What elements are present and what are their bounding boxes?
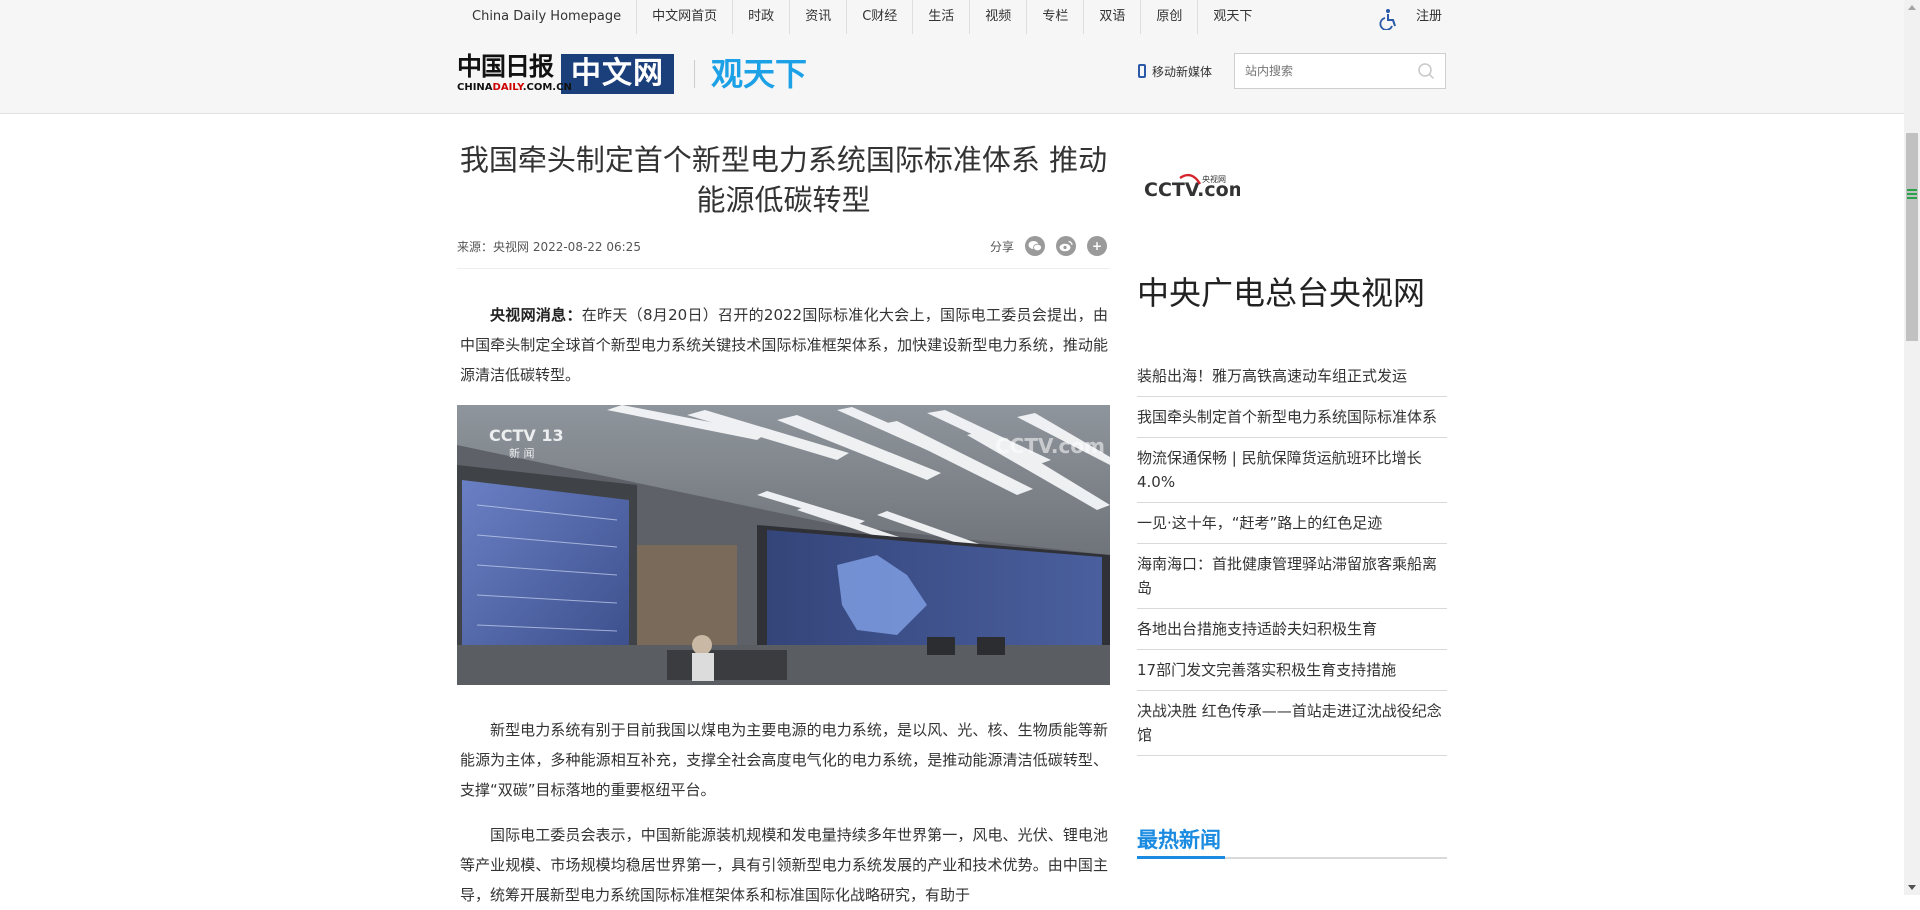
cctv-logo[interactable]: CCTV.com 央视网 [1140, 168, 1240, 208]
article-meta: 来源：央视网 2022-08-22 06:25 [457, 240, 641, 254]
more-share-icon[interactable]: + [1087, 236, 1108, 256]
nav-finance[interactable]: C财经 [847, 0, 914, 34]
mobile-media-label: 移动新媒体 [1152, 64, 1213, 79]
list-item[interactable]: 各地出台措施支持适龄夫妇积极生育 [1137, 609, 1447, 650]
scrollbar-thumb[interactable] [1906, 133, 1918, 341]
list-item[interactable]: 决战决胜 红色传承——首站走进辽沈战役纪念馆 [1137, 691, 1447, 756]
cctv-logo-small: 央视网 [1202, 174, 1226, 184]
phone-icon [1138, 64, 1146, 78]
nav-video[interactable]: 视频 [970, 0, 1028, 34]
accessibility-icon[interactable] [1378, 8, 1398, 30]
lead-source: 央视网消息： [490, 306, 582, 324]
nav-life[interactable]: 生活 [913, 0, 971, 34]
logo-en-prefix: CHINA [457, 82, 493, 93]
share-label: 分享 [990, 239, 1015, 254]
article-paragraph-3: 国际电工委员会表示，中国新能源装机规模和发电量持续多年世界第一，风电、光伏、锂电… [460, 826, 1108, 904]
register-link[interactable]: 注册 [1416, 0, 1442, 34]
nav-chinese-homepage[interactable]: 中文网首页 [637, 0, 734, 34]
site-search [1234, 53, 1446, 89]
photo-watermark-right: CCTV.com [995, 434, 1105, 458]
top-nav: China Daily Homepage 中文网首页 时政 资讯 C财经 生活 … [457, 0, 1267, 34]
logo-en-mid: DAILY [492, 82, 523, 93]
china-daily-logo: 中国日报 CHINADAILY.COM.CN [457, 52, 572, 95]
site-logo[interactable]: 中国日报 CHINADAILY.COM.CN 中文网 观天下 [457, 53, 807, 95]
nav-bilingual[interactable]: 双语 [1084, 0, 1142, 34]
article-title: 我国牵头制定首个新型电力系统国际标准体系 推动能源低碳转型 [459, 143, 1108, 217]
scroll-up-icon[interactable] [1908, 5, 1916, 10]
list-item[interactable]: 17部门发文完善落实积极生育支持措施 [1137, 650, 1447, 691]
meta-divider [457, 268, 1110, 269]
article-lead-paragraph: 央视网消息：在昨天（8月20日）召开的2022国际标准化大会上，国际电工委员会提… [460, 300, 1108, 390]
page-scrollbar[interactable] [1904, 0, 1920, 895]
weibo-icon[interactable] [1056, 236, 1077, 256]
search-input[interactable] [1235, 54, 1425, 88]
article-photo: CCTV 13 新 闻 CCTV.com [457, 405, 1110, 685]
mobile-media-link[interactable]: 移动新媒体 [1138, 60, 1212, 82]
nav-news[interactable]: 资讯 [790, 0, 848, 34]
list-item[interactable]: 装船出海！雅万高铁高速动车组正式发运 [1137, 356, 1447, 397]
list-item[interactable]: 我国牵头制定首个新型电力系统国际标准体系 [1137, 397, 1447, 438]
nav-politics[interactable]: 时政 [733, 0, 791, 34]
hot-news-accent [1137, 856, 1225, 859]
nav-column[interactable]: 专栏 [1027, 0, 1085, 34]
control-room-image: CCTV 13 新 闻 CCTV.com [457, 405, 1110, 685]
photo-watermark-left-sub: 新 闻 [509, 446, 535, 460]
nav-world-view[interactable]: 观天下 [1198, 0, 1267, 34]
photo-watermark-left: CCTV 13 [489, 426, 564, 445]
logo-en-suffix: .COM.CN [522, 82, 572, 93]
logo-english-text: CHINADAILY.COM.CN [457, 82, 572, 94]
nav-china-daily-homepage[interactable]: China Daily Homepage [457, 0, 638, 34]
search-icon[interactable] [1417, 62, 1435, 80]
article-paragraph-2: 新型电力系统有别于目前我国以煤电为主要电源的电力系统，是以风、光、核、生物质能等… [460, 721, 1108, 799]
chinese-site-badge: 中文网 [561, 54, 674, 94]
nav-original[interactable]: 原创 [1141, 0, 1199, 34]
list-item[interactable]: 物流保通保畅 | 民航保障货运航班环比增长4.0% [1137, 438, 1447, 503]
list-item[interactable]: 一见·这十年，“赶考”路上的红色足迹 [1137, 503, 1447, 544]
wechat-icon[interactable] [1025, 236, 1046, 256]
logo-divider [694, 60, 695, 88]
share-bar: 分享 + [990, 236, 1108, 256]
scroll-down-icon[interactable] [1908, 885, 1916, 890]
source-name: 中央广电总台央视网 [1137, 274, 1426, 312]
scrollbar-marker [1907, 189, 1917, 201]
hot-news-title: 最热新闻 [1137, 828, 1221, 852]
section-title[interactable]: 观天下 [711, 53, 807, 95]
sidebar-news-list: 装船出海！雅万高铁高速动车组正式发运 我国牵头制定首个新型电力系统国际标准体系 … [1137, 356, 1447, 756]
logo-chinese-text: 中国日报 [457, 52, 554, 81]
hot-news-underline [1137, 856, 1447, 859]
list-item[interactable]: 海南海口：首批健康管理驿站滞留旅客乘船离岛 [1137, 544, 1447, 609]
